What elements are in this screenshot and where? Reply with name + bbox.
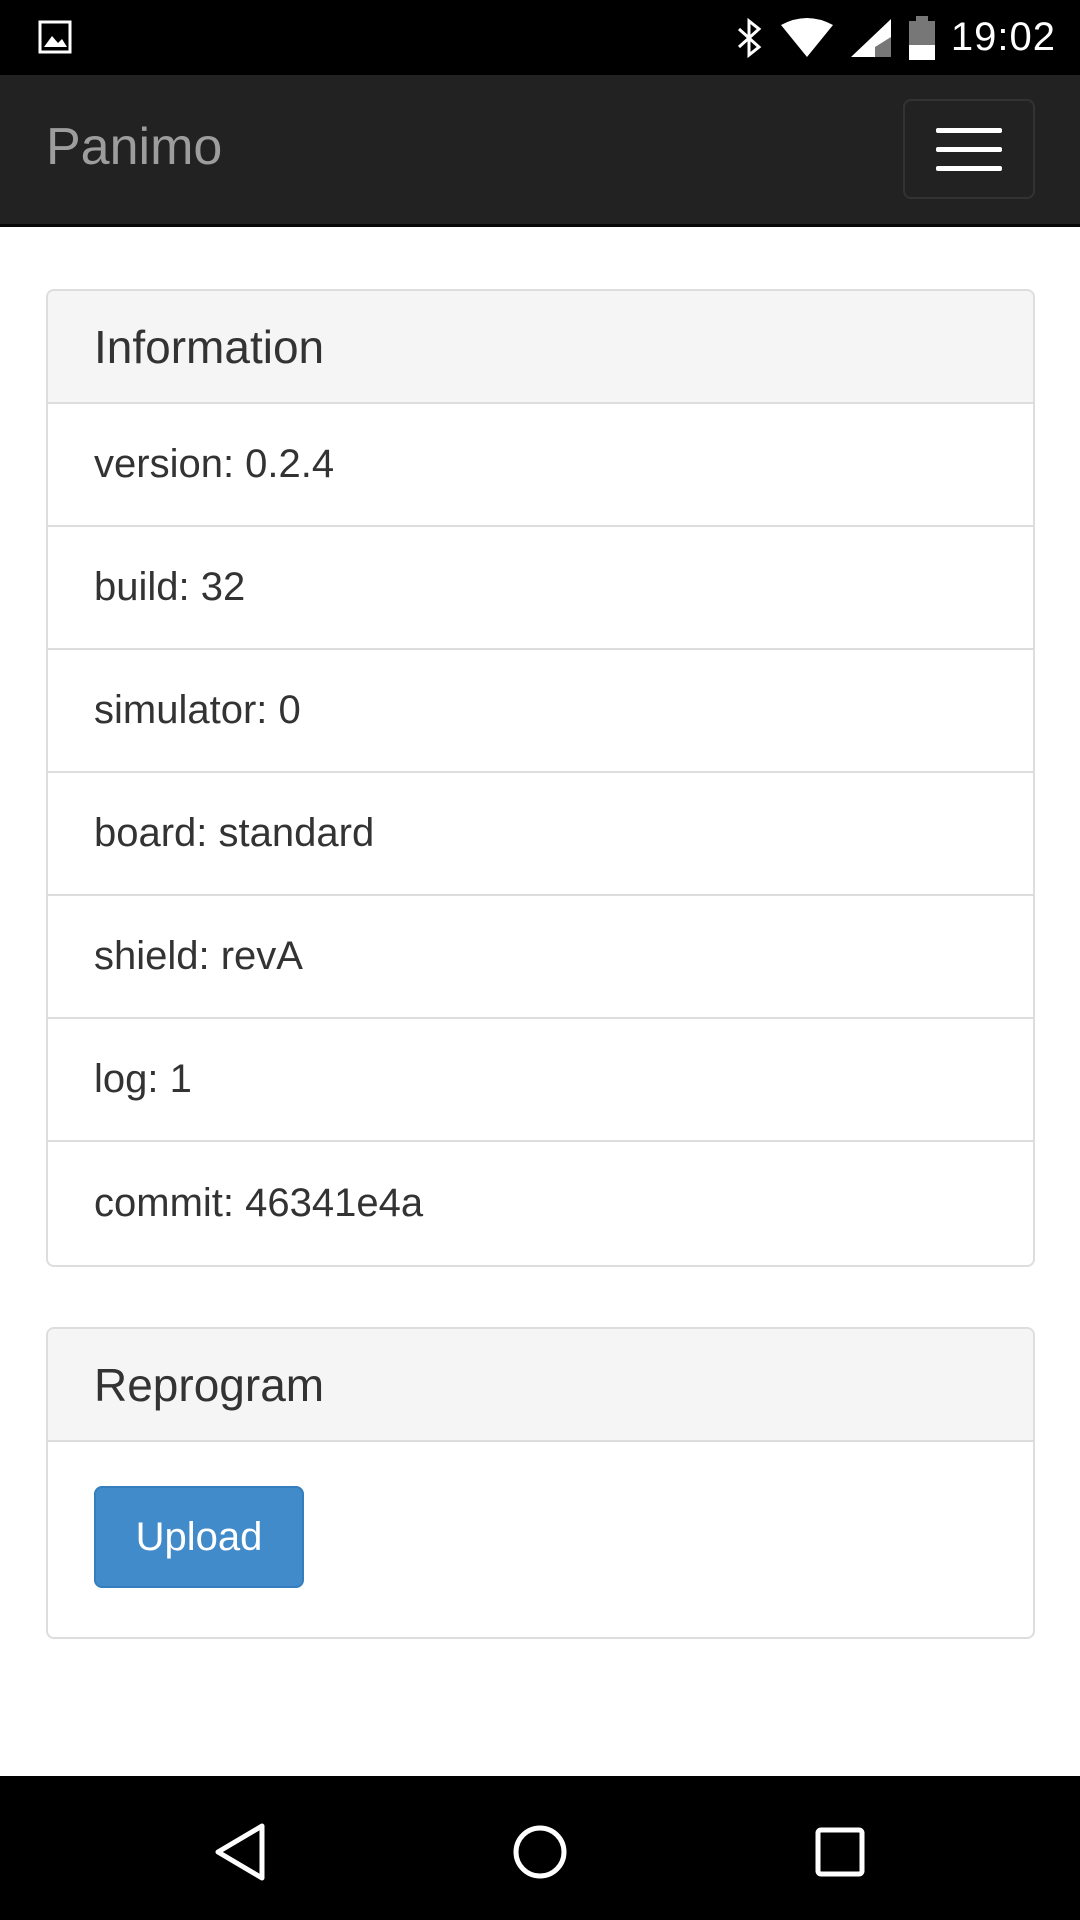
hamburger-menu-icon: [936, 165, 1002, 171]
information-panel: Information version: 0.2.4 build: 32 sim…: [46, 289, 1035, 1267]
reprogram-panel-body: Upload: [48, 1442, 1033, 1637]
navbar-toggle-button[interactable]: [903, 99, 1035, 199]
brand-link[interactable]: Panimo: [46, 117, 222, 177]
info-item-build: build: 32: [48, 527, 1033, 650]
hamburger-menu-icon: [936, 146, 1002, 152]
info-item-version: version: 0.2.4: [48, 404, 1033, 527]
battery-icon: [908, 15, 935, 60]
gallery-icon: [38, 20, 72, 54]
info-item-board: board: standard: [48, 773, 1033, 896]
reprogram-panel: Reprogram Upload: [46, 1327, 1035, 1639]
signal-icon: [850, 18, 891, 57]
upload-button[interactable]: Upload: [94, 1486, 304, 1588]
navbar: Panimo: [0, 75, 1080, 227]
status-time: 19:02: [950, 15, 1056, 59]
hamburger-menu-icon: [936, 127, 1002, 133]
home-icon[interactable]: [511, 1822, 569, 1882]
back-icon[interactable]: [212, 1822, 268, 1882]
information-panel-title: Information: [48, 291, 1033, 404]
recents-icon[interactable]: [814, 1822, 866, 1882]
info-item-log: log: 1: [48, 1019, 1033, 1142]
info-item-commit: commit: 46341e4a: [94, 1181, 424, 1225]
status-bar: 19:02: [0, 0, 1080, 75]
wifi-icon: [780, 17, 833, 57]
reprogram-panel-title: Reprogram: [48, 1329, 1033, 1442]
info-item-simulator: simulator: 0: [48, 650, 1033, 773]
system-nav-bar: [0, 1776, 1080, 1920]
info-item-shield: shield: revA: [48, 896, 1033, 1019]
bluetooth-icon: [737, 17, 762, 58]
